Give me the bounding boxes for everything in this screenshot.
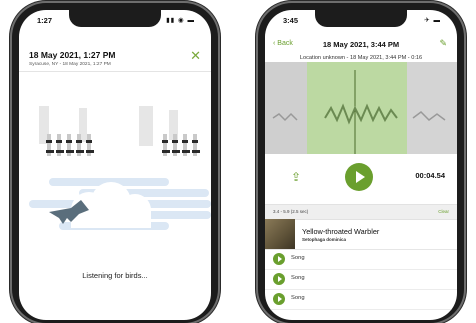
close-icon[interactable]: ✕ bbox=[190, 48, 201, 64]
range-label: 3.4 - 5.9 (2.5 sec) bbox=[273, 209, 309, 214]
recording-subtitle: Syracuse, NY - 18 May 2021, 1:27 PM bbox=[29, 62, 111, 67]
left-phone: 1:27 ▮▮ ◉ ▬ 18 May 2021, 1:27 PM Syracus… bbox=[12, 3, 218, 323]
left-screen: 1:27 ▮▮ ◉ ▬ 18 May 2021, 1:27 PM Syracus… bbox=[19, 10, 211, 320]
recording-title: 18 May 2021, 3:44 PM bbox=[322, 40, 400, 49]
song-label: Song bbox=[291, 275, 305, 281]
recording-title: 18 May 2021, 1:27 PM bbox=[29, 50, 116, 60]
location-line: Location unknown - 18 May 2021, 3:44 PM … bbox=[299, 55, 423, 61]
playback-controls: ⇪ 00:04.54 bbox=[265, 154, 457, 204]
song-row[interactable]: Song bbox=[265, 250, 457, 270]
bird-cloud-illustration bbox=[29, 178, 211, 230]
spectrogram[interactable] bbox=[265, 62, 457, 154]
song-row[interactable]: Song bbox=[265, 270, 457, 290]
divider bbox=[19, 71, 211, 72]
edit-icon[interactable]: ✎ bbox=[439, 38, 447, 49]
bird-result-row[interactable]: Yellow-throated Warbler Setophaga domini… bbox=[265, 219, 457, 250]
listening-status: Listening for birds... bbox=[82, 271, 148, 280]
play-button[interactable] bbox=[345, 163, 373, 191]
selection-range-bar: 3.4 - 5.9 (2.5 sec) Clear bbox=[265, 204, 457, 220]
nav-bar: ‹ Back 18 May 2021, 3:44 PM ✎ bbox=[265, 36, 457, 54]
song-label: Song bbox=[291, 255, 305, 261]
right-screen: 3:45 ✈ ▬ ‹ Back 18 May 2021, 3:44 PM ✎ L… bbox=[265, 10, 457, 320]
play-song-icon[interactable] bbox=[273, 253, 285, 265]
phone-notch bbox=[315, 10, 407, 27]
playback-timer: 00:04.54 bbox=[415, 171, 445, 180]
clear-button[interactable]: Clear bbox=[438, 209, 449, 214]
bird-scientific-name: Setophaga dominica bbox=[302, 237, 347, 242]
play-song-icon[interactable] bbox=[273, 273, 285, 285]
status-icons: ✈ ▬ bbox=[424, 17, 441, 24]
spectrogram bbox=[19, 102, 211, 170]
phone-notch bbox=[69, 10, 161, 27]
song-row[interactable]: Song bbox=[265, 290, 457, 310]
play-song-icon[interactable] bbox=[273, 293, 285, 305]
status-time: 3:45 bbox=[283, 16, 299, 25]
song-label: Song bbox=[291, 295, 305, 301]
status-time: 1:27 bbox=[37, 16, 53, 25]
bird-common-name: Yellow-throated Warbler bbox=[302, 227, 380, 236]
right-phone: 3:45 ✈ ▬ ‹ Back 18 May 2021, 3:44 PM ✎ L… bbox=[258, 3, 464, 323]
status-icons: ▮▮ ◉ ▬ bbox=[166, 17, 195, 24]
share-icon[interactable]: ⇪ bbox=[291, 170, 301, 184]
bird-thumbnail bbox=[265, 219, 295, 249]
